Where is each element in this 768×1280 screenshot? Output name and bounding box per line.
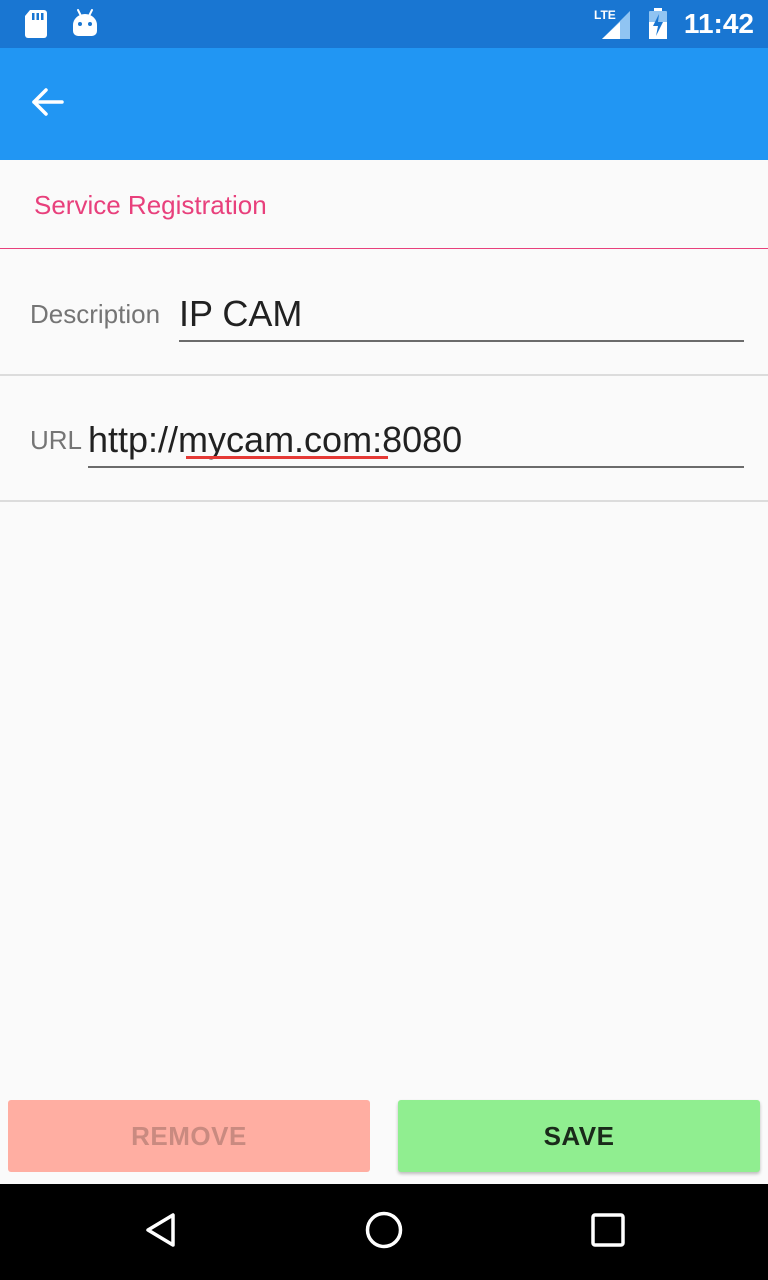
- spellcheck-underline: [186, 456, 388, 459]
- section-divider: [0, 248, 768, 249]
- status-bar: LTE 11:42: [0, 0, 768, 48]
- home-circle-icon: [364, 1210, 404, 1255]
- battery-charging-icon: [648, 8, 668, 45]
- row-divider: [0, 500, 768, 502]
- section-title: Service Registration: [34, 190, 267, 220]
- sd-card-icon: [24, 10, 48, 43]
- nav-recents-button[interactable]: [584, 1208, 632, 1256]
- description-input[interactable]: [179, 292, 744, 336]
- row-divider: [0, 374, 768, 376]
- nav-back-button[interactable]: [136, 1208, 184, 1256]
- app-toolbar: [0, 48, 768, 160]
- back-triangle-icon: [140, 1210, 180, 1255]
- svg-text:LTE: LTE: [594, 8, 616, 22]
- arrow-left-icon: [30, 84, 66, 125]
- url-underline: [88, 466, 744, 468]
- description-underline: [179, 340, 744, 342]
- lte-signal-icon: LTE: [594, 8, 634, 45]
- recents-square-icon: [588, 1210, 628, 1255]
- back-button[interactable]: [24, 80, 72, 128]
- status-clock: 11:42: [683, 8, 754, 39]
- nav-home-button[interactable]: [360, 1208, 408, 1256]
- description-label: Description: [30, 299, 161, 329]
- android-icon: [72, 9, 98, 42]
- system-nav-bar: [0, 1184, 768, 1280]
- save-button[interactable]: SAVE: [398, 1100, 760, 1172]
- url-label: URL: [30, 425, 83, 455]
- remove-button[interactable]: REMOVE: [8, 1100, 370, 1172]
